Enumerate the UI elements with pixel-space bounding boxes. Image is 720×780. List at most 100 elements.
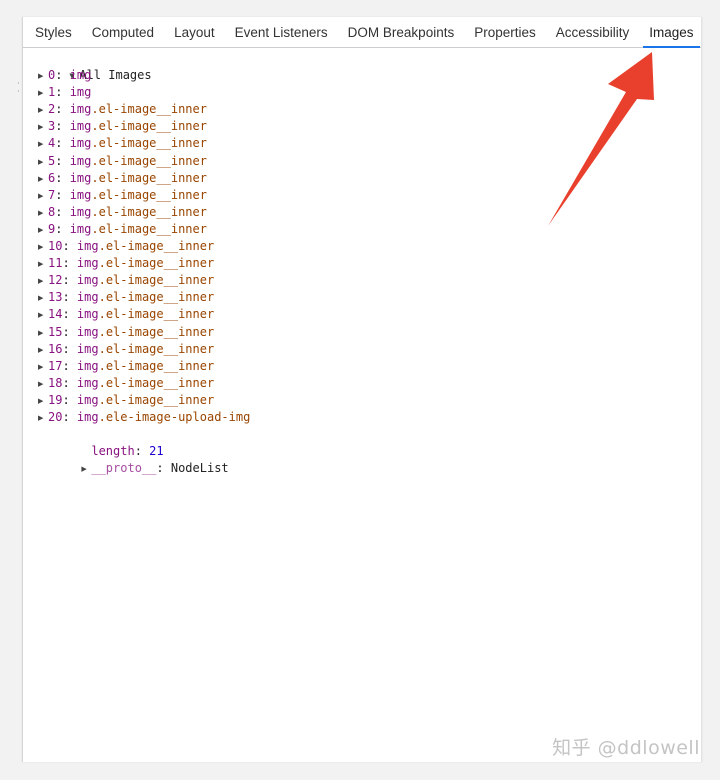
tree-item-index: 20 — [48, 409, 63, 424]
tree-item-class: .el-image__inner — [98, 239, 215, 254]
tree-item-tag: img — [76, 324, 99, 339]
tree-item-tag: img — [76, 392, 99, 407]
triangle-right-icon[interactable]: ▶ — [38, 256, 48, 273]
tree-item[interactable]: ▶ 0: img — [26, 67, 701, 84]
tree-item-class: .el-image__inner — [98, 375, 215, 390]
devtools-panel: Styles Computed Layout Event Listeners DOM B… — [22, 17, 702, 762]
tree-item[interactable]: ▶ 14: img.el-image__inner — [26, 306, 701, 323]
proto-row[interactable]: ▶ __proto__: NodeList — [26, 443, 701, 475]
tree-item-class: .el-image__inner — [98, 324, 215, 339]
tree-item-tag: img — [76, 341, 99, 356]
triangle-right-icon[interactable]: ▶ — [38, 188, 48, 205]
triangle-right-icon[interactable]: ▶ — [38, 222, 48, 239]
tree-item-index: 13 — [48, 290, 63, 305]
triangle-right-icon[interactable]: ▶ — [38, 85, 48, 102]
tab-properties[interactable]: Properties — [464, 17, 546, 47]
triangle-right-icon[interactable]: ▶ — [38, 154, 48, 171]
tab-computed[interactable]: Computed — [82, 17, 164, 47]
tree-item-tag: img — [76, 273, 99, 288]
tree-item[interactable]: ▶ 5: img.el-image__inner — [26, 153, 701, 170]
triangle-right-icon[interactable]: ▶ — [38, 325, 48, 342]
tree-item-class: .el-image__inner — [91, 221, 207, 236]
tree-item-class: .el-image__inner — [98, 290, 215, 305]
watermark: 知乎 @ddlowell — [552, 737, 700, 759]
tree-item-tag: img — [76, 358, 99, 373]
tree-item[interactable]: ▶ 17: img.el-image__inner — [26, 358, 701, 375]
tree-item[interactable]: ▶ 16: img.el-image__inner — [26, 341, 701, 358]
tree-item-class: .ele-image-upload-img — [98, 409, 251, 424]
tree-item-tag: img — [76, 375, 99, 390]
proto-value: NodeList — [170, 461, 229, 476]
tree-item[interactable]: ▶ 4: img.el-image__inner — [26, 135, 701, 152]
tree-item-class: .el-image__inner — [91, 136, 207, 151]
triangle-right-icon[interactable]: ▶ — [38, 376, 48, 393]
tree-item-tag: img — [69, 136, 92, 151]
tree-item-class: .el-image__inner — [91, 170, 207, 185]
tree-item-class: .el-image__inner — [91, 153, 207, 168]
tree-item-tag: img — [76, 290, 99, 305]
tree-item[interactable]: ▶ 8: img.el-image__inner — [26, 204, 701, 221]
tree-item-tag: img — [76, 409, 99, 424]
sidebar-resize-dots: · · — [17, 79, 20, 97]
tree-item-index: 14 — [48, 307, 63, 322]
tree-item-tag: img — [76, 239, 99, 254]
tab-styles[interactable]: Styles — [23, 17, 82, 47]
tree-item[interactable]: ▶ 20: img.ele-image-upload-img — [26, 409, 701, 426]
tree-item-class: .el-image__inner — [98, 307, 215, 322]
tree-item-class: .el-image__inner — [91, 119, 207, 134]
triangle-right-icon[interactable]: ▶ — [38, 273, 48, 290]
triangle-right-icon[interactable]: ▶ — [38, 68, 48, 85]
triangle-right-icon[interactable]: ▶ — [38, 342, 48, 359]
tree-item-tag: img — [69, 102, 92, 117]
tree-item-index: 10 — [48, 239, 63, 254]
length-row: length: 21 — [91, 444, 164, 459]
tree-item[interactable]: ▶ 9: img.el-image__inner — [26, 221, 701, 238]
tree-item-tag: img — [69, 170, 92, 185]
triangle-right-icon[interactable]: ▶ — [38, 205, 48, 222]
tab-layout[interactable]: Layout — [164, 17, 225, 47]
tree-item-index: 18 — [48, 375, 63, 390]
tree-item-tag: img — [69, 68, 92, 83]
triangle-right-icon[interactable]: ▶ — [38, 171, 48, 188]
tree-root[interactable]: ▼ All Images — [26, 50, 701, 82]
tree-item-tag: img — [69, 85, 92, 100]
tree-item[interactable]: ▶ 10: img.el-image__inner — [26, 238, 701, 255]
tree-item-class: .el-image__inner — [98, 358, 215, 373]
tree-item[interactable]: ▶ 15: img.el-image__inner — [26, 324, 701, 341]
tree-item[interactable]: ▶ 13: img.el-image__inner — [26, 289, 701, 306]
triangle-right-icon[interactable]: ▶ — [38, 136, 48, 153]
triangle-right-icon[interactable]: ▶ — [38, 307, 48, 324]
tree-item-class: .el-image__inner — [98, 341, 215, 356]
tree-item[interactable]: ▶ 7: img.el-image__inner — [26, 187, 701, 204]
tree-item-class: .el-image__inner — [98, 256, 215, 271]
triangle-right-icon[interactable]: ▶ — [38, 119, 48, 136]
triangle-right-icon[interactable]: ▶ — [38, 393, 48, 410]
triangle-right-icon[interactable]: ▶ — [38, 359, 48, 376]
tab-accessibility[interactable]: Accessibility — [546, 17, 640, 47]
tree-item[interactable]: ▶ 12: img.el-image__inner — [26, 272, 701, 289]
tree-item[interactable]: ▶ 6: img.el-image__inner — [26, 170, 701, 187]
triangle-right-icon[interactable]: ▶ — [81, 461, 91, 478]
tree-item-index: 16 — [48, 341, 63, 356]
triangle-right-icon[interactable]: ▶ — [38, 102, 48, 119]
tree-item[interactable]: ▶ 1: img — [26, 84, 701, 101]
tree-item[interactable]: ▶ 3: img.el-image__inner — [26, 118, 701, 135]
tree-item-class: .el-image__inner — [91, 204, 207, 219]
tab-dom-breakpoints[interactable]: DOM Breakpoints — [338, 17, 465, 47]
tree-item-tag: img — [69, 153, 92, 168]
tree-item[interactable]: ▶ 18: img.el-image__inner — [26, 375, 701, 392]
proto-key: __proto__ — [91, 461, 157, 476]
tab-bar: Styles Computed Layout Event Listeners DOM B… — [23, 17, 701, 48]
triangle-right-icon[interactable]: ▶ — [38, 290, 48, 307]
tree-item[interactable]: ▶ 19: img.el-image__inner — [26, 392, 701, 409]
tree-item-tag: img — [69, 221, 92, 236]
tab-event-listeners[interactable]: Event Listeners — [225, 17, 338, 47]
tree-item-index: 11 — [48, 256, 63, 271]
tree-item[interactable]: ▶ 2: img.el-image__inner — [26, 101, 701, 118]
triangle-right-icon[interactable]: ▶ — [38, 410, 48, 427]
tree-item-index: 19 — [48, 392, 63, 407]
triangle-right-icon[interactable]: ▶ — [38, 239, 48, 256]
tree-item[interactable]: ▶ 11: img.el-image__inner — [26, 255, 701, 272]
tab-images[interactable]: Images — [639, 17, 703, 48]
tree-item-tag: img — [76, 307, 99, 322]
